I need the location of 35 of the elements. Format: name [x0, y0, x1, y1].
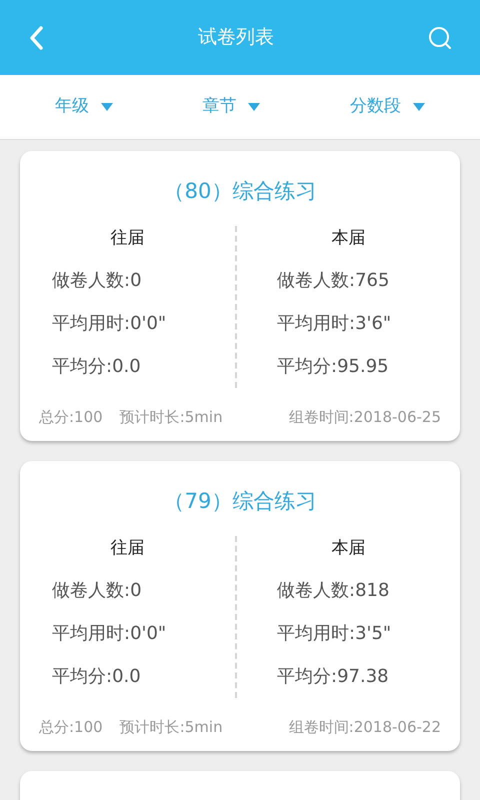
- stat-text: 做卷人数:0: [52, 579, 142, 603]
- duration-text: 预计时长:5min: [120, 406, 223, 428]
- stat-text: 平均用时:3'5": [277, 622, 392, 646]
- stat-text: 平均用时:0'0": [52, 312, 166, 336]
- total-score-text: 总分:100: [39, 406, 103, 428]
- stat-text: 平均用时:3'6": [277, 312, 392, 336]
- column-heading: 本届: [332, 226, 366, 250]
- paper-card[interactable]: （79）综合练习 往届 做卷人数:0 平均用时:0'0" 平均分:0.0 本届 做卷人数:818 平均用时:3'5" 平均分:97.38 总分:100 预计时长:5min 组卷时间:2018-06-22: [20, 461, 460, 751]
- paper-title: （79）综合练习: [164, 488, 316, 515]
- caret-icon: [248, 103, 260, 111]
- stat-text: 做卷人数:0: [52, 269, 142, 293]
- duration-text: 预计时长:5min: [120, 716, 223, 738]
- created-date-text: 组卷时间:2018-06-22: [288, 716, 441, 738]
- column-heading: 往届: [110, 536, 144, 560]
- stat-text: 做卷人数:818: [277, 579, 390, 603]
- stat-text: 做卷人数:765: [277, 269, 390, 293]
- stat-text: 平均分:95.95: [277, 355, 389, 379]
- column-heading: 本届: [332, 536, 366, 560]
- paper-title: （80）综合练习: [164, 178, 316, 205]
- stat-text: 平均分:97.38: [277, 665, 389, 689]
- filter-dropdown[interactable]: 分数段: [350, 94, 426, 120]
- total-score-text: 总分:100: [39, 716, 103, 738]
- stat-text: 平均分:0.0: [52, 665, 141, 689]
- column-heading: 往届: [110, 226, 144, 250]
- stat-text: 平均用时:0'0": [52, 622, 166, 646]
- search-icon[interactable]: [428, 26, 452, 50]
- back-icon[interactable]: [28, 24, 44, 50]
- paper-card[interactable]: （80）综合练习 往届 做卷人数:0 平均用时:0'0" 平均分:0.0 本届 做卷人数:765 平均用时:3'6" 平均分:95.95 总分:100 预计时长:5min 组卷时间:2018-06-25: [20, 151, 460, 441]
- stat-text: 平均分:0.0: [52, 355, 141, 379]
- filter-dropdown[interactable]: 章节: [202, 94, 260, 120]
- caret-icon: [100, 103, 113, 111]
- caret-icon: [413, 103, 426, 111]
- created-date-text: 组卷时间:2018-06-25: [288, 406, 441, 428]
- filter-dropdown[interactable]: 年级: [54, 94, 113, 120]
- page-title: 试卷列表: [198, 25, 274, 50]
